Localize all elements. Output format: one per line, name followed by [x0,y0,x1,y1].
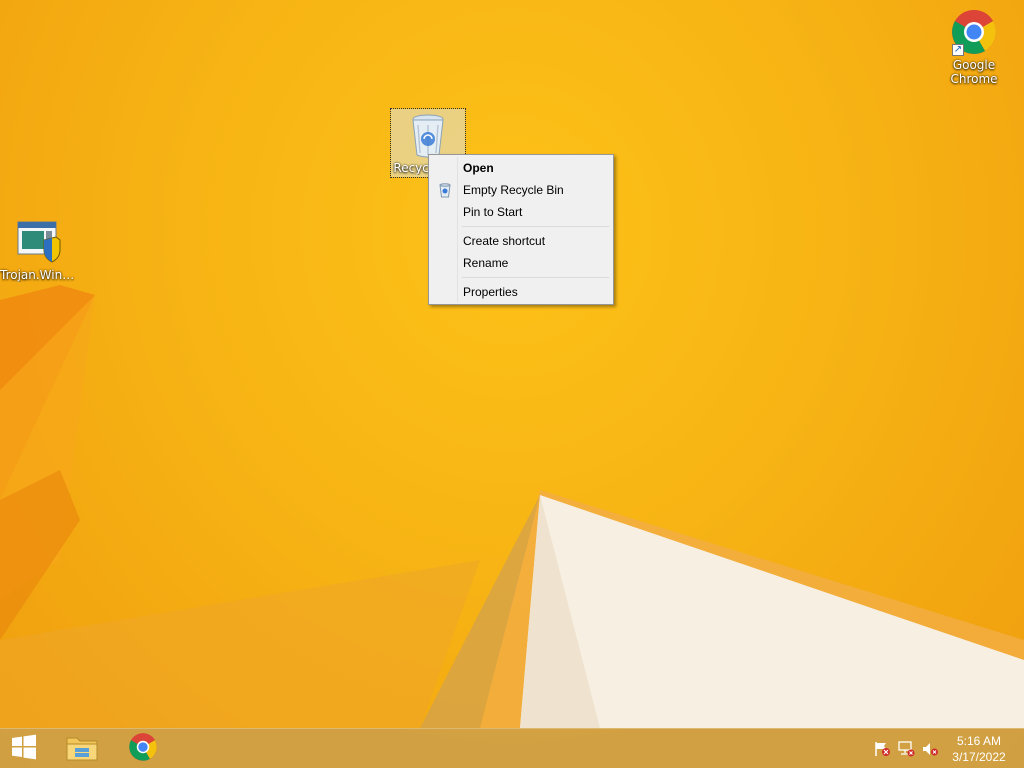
taskbar-clock[interactable]: 5:16 AM 3/17/2022 [946,733,1012,765]
menu-separator [431,223,611,230]
menu-item-label: Empty Recycle Bin [463,183,564,197]
recycle-bin-small-icon [437,182,453,198]
clock-date: 3/17/2022 [952,750,1006,764]
menu-item-create-shortcut[interactable]: Create shortcut [431,230,611,252]
menu-item-label: Rename [463,256,509,270]
program-shield-icon [14,218,62,266]
desktop-icon-label: Google Chrome [950,58,998,86]
context-menu: Open Empty Recycle Bin Pin to Start Crea… [428,154,614,305]
desktop-wallpaper [0,0,1024,768]
menu-item-label: Properties [463,285,518,299]
menu-item-open[interactable]: Open [431,157,611,179]
desktop-icon-trojan[interactable]: Trojan.Win3... [0,218,76,282]
menu-separator [431,274,611,281]
menu-item-rename[interactable]: Rename [431,252,611,274]
menu-item-label: Pin to Start [463,205,523,219]
action-center-flag-icon[interactable] [873,741,891,757]
chrome-taskbar-button[interactable] [115,729,171,768]
shortcut-arrow-icon: ↗ [952,44,964,56]
menu-item-pin-to-start[interactable]: Pin to Start [431,201,611,223]
start-button[interactable] [0,729,48,768]
taskbar: 5:16 AM 3/17/2022 [0,728,1024,768]
desktop-icon-label: Trojan.Win3... [0,268,76,282]
menu-item-empty-recycle-bin[interactable]: Empty Recycle Bin [431,179,611,201]
network-icon[interactable] [897,741,915,757]
recycle-bin-icon [404,111,452,159]
volume-muted-icon[interactable] [921,741,939,757]
menu-item-label: Create shortcut [463,234,546,248]
menu-item-properties[interactable]: Properties [431,281,611,303]
desktop-icon-google-chrome[interactable]: ↗ Google Chrome [936,8,1012,86]
clock-time: 5:16 AM [956,734,1002,748]
chrome-icon [128,732,158,766]
menu-item-label: Open [463,161,494,175]
windows-logo-icon [10,733,38,765]
file-explorer-button[interactable] [54,729,110,768]
folder-icon [65,732,99,766]
chrome-icon: ↗ [950,8,998,56]
